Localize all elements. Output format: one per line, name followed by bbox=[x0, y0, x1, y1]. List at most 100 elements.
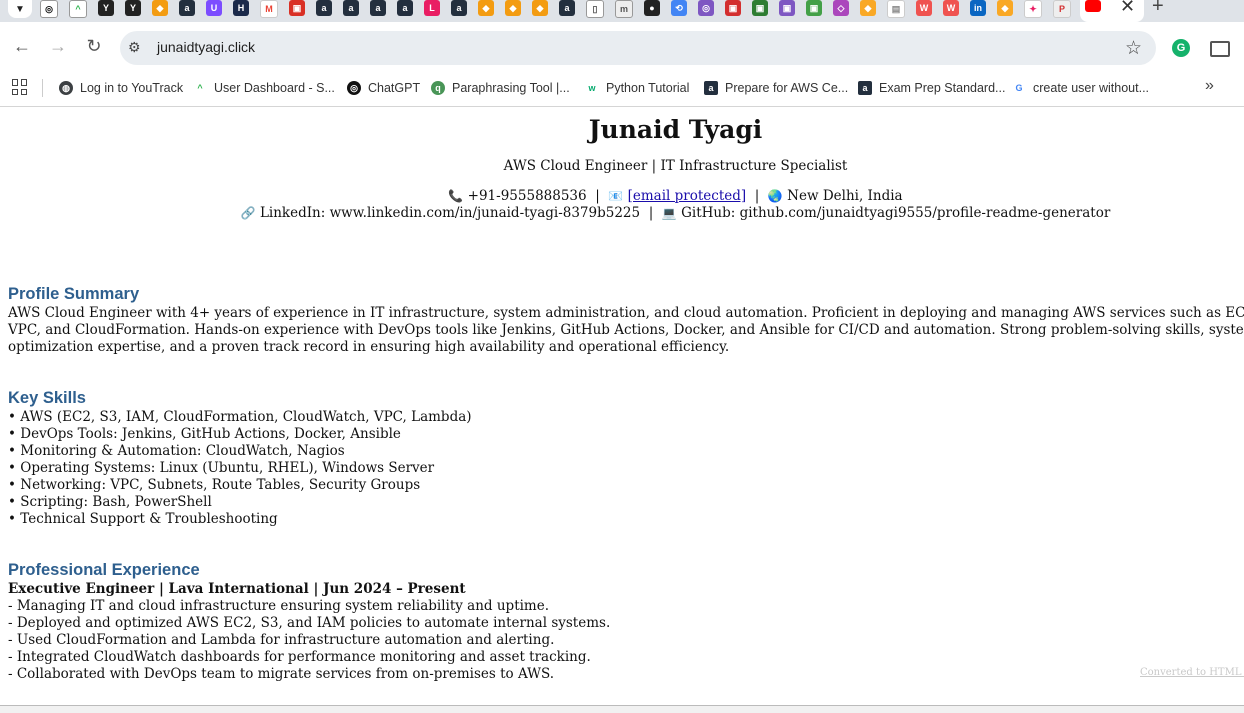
app-tab-icon[interactable]: P bbox=[1053, 0, 1071, 18]
app-tab-icon[interactable]: ▣ bbox=[752, 0, 768, 16]
app-tab-icon[interactable]: ▣ bbox=[779, 0, 795, 16]
aws-tab-icon[interactable]: a bbox=[397, 0, 413, 16]
contact-line-2: 🔗 LinkedIn: www.linkedin.com/in/junaid-t… bbox=[0, 205, 1244, 221]
list-item: - Deployed and optimized AWS EC2, S3, an… bbox=[8, 615, 611, 631]
gmail-tab-icon[interactable]: M bbox=[260, 0, 278, 18]
divider bbox=[42, 79, 43, 97]
github-tab-icon[interactable]: ● bbox=[644, 0, 660, 16]
app-tab-icon[interactable]: H bbox=[233, 0, 249, 16]
aws-tab-icon[interactable]: ◆ bbox=[478, 0, 494, 16]
linkedin-text: LinkedIn: www.linkedin.com/in/junaid-tya… bbox=[259, 205, 641, 221]
forward-arrow-icon[interactable]: → bbox=[47, 36, 69, 57]
reload-icon[interactable]: ↻ bbox=[83, 36, 105, 57]
list-item: • DevOps Tools: Jenkins, GitHub Actions,… bbox=[8, 426, 401, 442]
linkedin-tab-icon[interactable]: in bbox=[970, 0, 986, 16]
list-item: - Integrated CloudWatch dashboards for p… bbox=[8, 649, 591, 665]
caret-up-icon: ^ bbox=[193, 81, 207, 95]
aws-tab-icon[interactable]: a bbox=[370, 0, 386, 16]
dashboard-tab-icon[interactable]: ^ bbox=[69, 0, 87, 18]
resume-name: Junaid Tyagi bbox=[588, 115, 763, 144]
bookmarks-bar: ◍ Log in to YouTrack ^ User Dashboard - … bbox=[0, 72, 1244, 107]
bookmark-item[interactable]: w Python Tutorial bbox=[585, 77, 689, 99]
more-bookmarks-icon[interactable]: » bbox=[1205, 77, 1214, 95]
app-tab-icon[interactable]: U bbox=[206, 0, 222, 16]
bookmark-star-icon[interactable]: ☆ bbox=[1125, 37, 1142, 60]
list-item: • Networking: VPC, Subnets, Route Tables… bbox=[8, 477, 421, 493]
address-bar[interactable]: ⚙ junaidtyagi.click ☆ bbox=[120, 31, 1156, 65]
tab-search-chevron-icon[interactable]: ▼ bbox=[8, 0, 32, 18]
list-item: • Scripting: Bash, PowerShell bbox=[8, 494, 212, 510]
aws-tab-icon[interactable]: ◆ bbox=[152, 0, 168, 16]
profile-summary-heading: Profile Summary bbox=[8, 285, 140, 303]
app-tab-icon[interactable]: m bbox=[615, 0, 633, 18]
extension-icon[interactable] bbox=[1210, 41, 1230, 57]
resume-title: AWS Cloud Engineer | IT Infrastructure S… bbox=[503, 158, 848, 174]
bookmark-item[interactable]: ◎ ChatGPT bbox=[347, 77, 420, 99]
bookmark-label: ChatGPT bbox=[368, 81, 421, 95]
bookmark-item[interactable]: q Paraphrasing Tool |... bbox=[431, 77, 570, 99]
back-arrow-icon[interactable]: ← bbox=[11, 36, 33, 57]
list-item: - Collaborated with DevOps team to migra… bbox=[8, 666, 555, 682]
laptop-icon: 💻 bbox=[661, 206, 677, 220]
list-item: - Used CloudFormation and Lambda for inf… bbox=[8, 632, 555, 648]
google-icon: G bbox=[1012, 81, 1026, 95]
yc-tab-icon[interactable]: Y bbox=[98, 0, 114, 16]
bookmark-label: Exam Prep Standard... bbox=[879, 81, 1006, 95]
email-icon: 📧 bbox=[608, 189, 624, 203]
resume-page: Junaid Tyagi AWS Cloud Engineer | IT Inf… bbox=[0, 107, 1244, 705]
yc-tab-icon[interactable]: Y bbox=[125, 0, 141, 16]
bookmark-item[interactable]: a Prepare for AWS Ce... bbox=[704, 77, 848, 99]
aws-tab-icon[interactable]: a bbox=[343, 0, 359, 16]
github-text: GitHub: github.com/junaidtyagi9555/profi… bbox=[681, 205, 1111, 221]
globe-icon: 🌏 bbox=[767, 189, 783, 203]
openai-tab-icon[interactable]: ◎ bbox=[40, 0, 58, 18]
app-tab-icon[interactable]: W bbox=[916, 0, 932, 16]
separator: | bbox=[754, 188, 760, 204]
app-tab-icon[interactable]: ▣ bbox=[806, 0, 822, 16]
aws-tab-icon[interactable]: a bbox=[451, 0, 467, 16]
bookmark-item[interactable]: G create user without... bbox=[1012, 77, 1149, 99]
close-tab-icon[interactable]: ✕ bbox=[1120, 0, 1135, 17]
bookmark-item[interactable]: ◍ Log in to YouTrack bbox=[59, 77, 183, 99]
aws-tab-icon[interactable]: ◆ bbox=[532, 0, 548, 16]
email-link[interactable]: [email protected] bbox=[628, 188, 747, 204]
phone-number: +91-9555888536 bbox=[467, 188, 587, 204]
app-tab-icon[interactable]: L bbox=[424, 0, 440, 16]
app-tab-icon[interactable]: ▣ bbox=[289, 0, 305, 16]
contact-line-1: 📞 +91-9555888536 | 📧 [email protected] |… bbox=[0, 188, 1244, 204]
site-info-icon[interactable]: ⚙ bbox=[128, 39, 141, 56]
aws-tab-icon[interactable]: a bbox=[559, 0, 575, 16]
job-title: Executive Engineer | Lava International … bbox=[8, 581, 466, 597]
youtube-tab-icon bbox=[1085, 0, 1101, 12]
bookmark-label: Prepare for AWS Ce... bbox=[725, 81, 849, 95]
skills-list: • AWS (EC2, S3, IAM, CloudFormation, Clo… bbox=[8, 409, 472, 528]
app-tab-icon[interactable]: ◇ bbox=[833, 0, 849, 16]
apps-grid-icon[interactable] bbox=[12, 79, 28, 95]
aws-tab-icon[interactable]: ◆ bbox=[505, 0, 521, 16]
aws-tab-icon[interactable]: a bbox=[316, 0, 332, 16]
globe-icon: ◍ bbox=[59, 81, 73, 95]
app-tab-icon[interactable]: ⟲ bbox=[671, 0, 687, 16]
bookmark-label: User Dashboard - S... bbox=[214, 81, 335, 95]
app-tab-icon[interactable]: ◆ bbox=[860, 0, 876, 16]
bookmark-item[interactable]: ^ User Dashboard - S... bbox=[193, 77, 335, 99]
converter-watermark[interactable]: Converted to HTML wi bbox=[1140, 667, 1244, 678]
doc-tab-icon[interactable]: ▯ bbox=[586, 0, 604, 18]
app-tab-icon[interactable]: ✦ bbox=[1024, 0, 1042, 18]
grammarly-extension-icon[interactable]: G bbox=[1172, 39, 1190, 57]
doc-tab-icon[interactable]: ▤ bbox=[887, 0, 905, 18]
tab-strip: ▼ ◎ ^ Y Y ◆ a U H M ▣ a a a a L a ◆ ◆ ◆ … bbox=[0, 0, 1244, 22]
url-text[interactable]: junaidtyagi.click bbox=[157, 39, 255, 55]
bookmark-label: create user without... bbox=[1033, 81, 1150, 95]
active-tab[interactable]: ✕ bbox=[1080, 0, 1144, 22]
app-tab-icon[interactable]: ◆ bbox=[997, 0, 1013, 16]
app-tab-icon[interactable]: W bbox=[943, 0, 959, 16]
bookmark-item[interactable]: a Exam Prep Standard... bbox=[858, 77, 1005, 99]
app-tab-icon[interactable]: ▣ bbox=[725, 0, 741, 16]
list-item: • AWS (EC2, S3, IAM, CloudFormation, Clo… bbox=[8, 409, 472, 425]
app-tab-icon[interactable]: ◎ bbox=[698, 0, 714, 16]
aws-tab-icon[interactable]: a bbox=[179, 0, 195, 16]
separator: | bbox=[648, 205, 654, 221]
bookmark-label: Paraphrasing Tool |... bbox=[452, 81, 570, 95]
new-tab-button[interactable]: + bbox=[1152, 0, 1164, 18]
